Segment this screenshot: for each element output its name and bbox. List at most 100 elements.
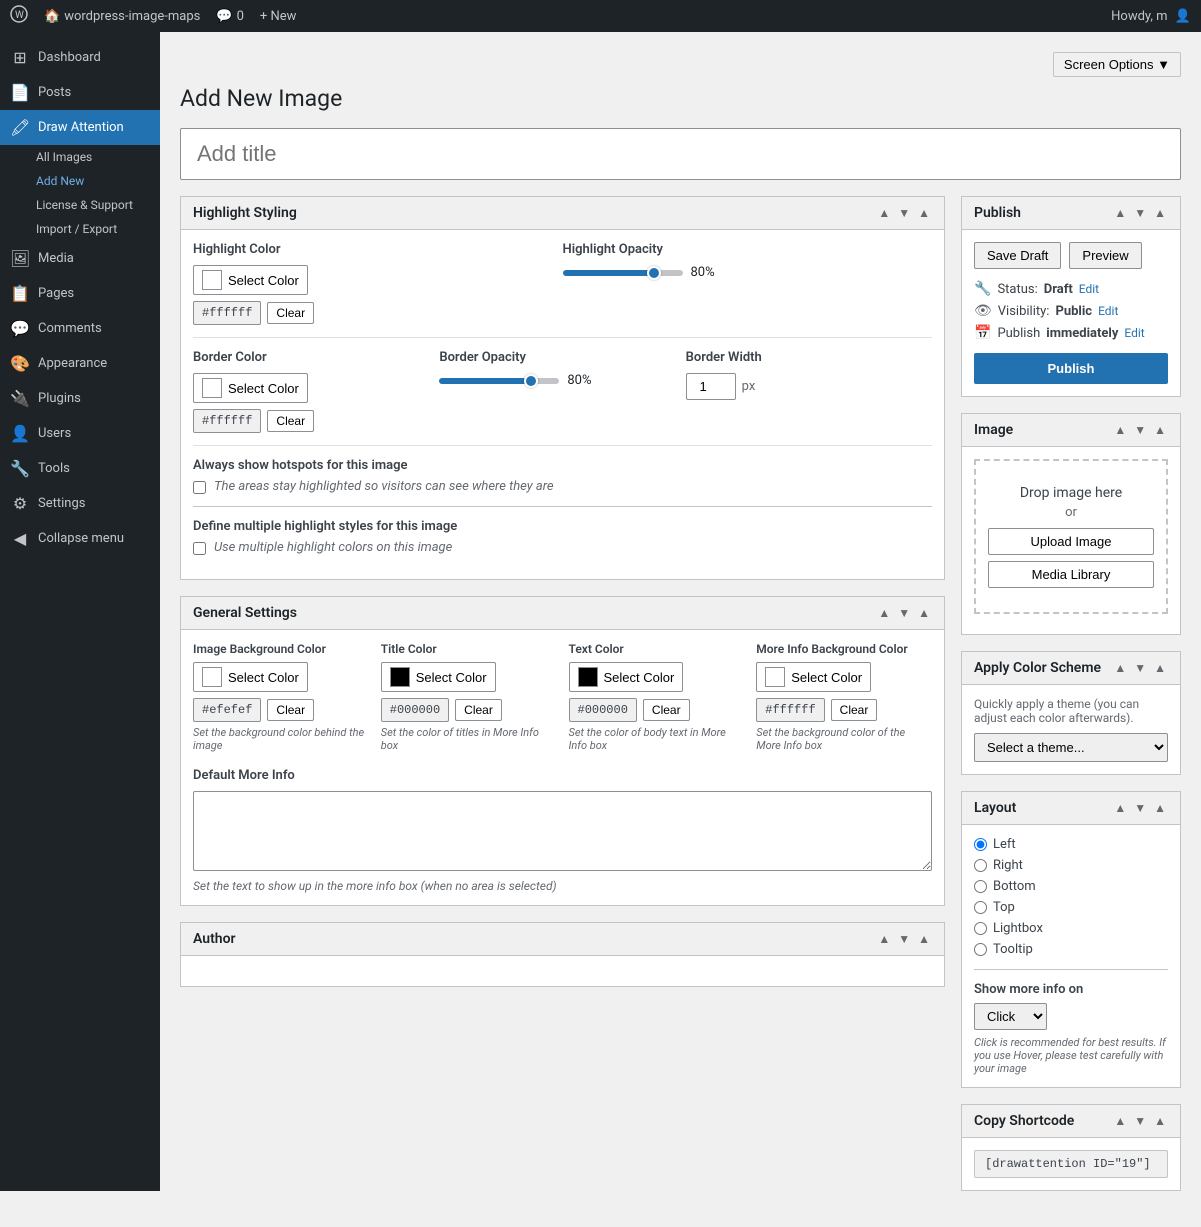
topbar-new[interactable]: + New: [260, 9, 297, 24]
text-color-clear-button[interactable]: Clear: [643, 699, 690, 721]
sidebar-item-settings[interactable]: ⚙ Settings: [0, 486, 160, 521]
visibility-edit-link[interactable]: Edit: [1098, 304, 1118, 318]
highlight-styling-title: Highlight Styling: [193, 205, 297, 221]
more-info-bg-select-button[interactable]: Select Color: [756, 662, 871, 692]
image-down-btn[interactable]: ▼: [1132, 423, 1148, 437]
sidebar-item-dashboard[interactable]: ⊞ Dashboard: [0, 40, 160, 75]
layout-left-radio[interactable]: [974, 838, 987, 851]
scheme-up-btn[interactable]: ▲: [1112, 661, 1128, 675]
author-down-btn[interactable]: ▼: [896, 932, 912, 946]
shortcode-toggle-btn[interactable]: ▲: [1152, 1114, 1168, 1128]
publish-date-edit-link[interactable]: Edit: [1124, 326, 1144, 340]
theme-select[interactable]: Select a theme...: [974, 733, 1168, 762]
gen-toggle-btn[interactable]: ▲: [916, 606, 932, 620]
always-show-label: Always show hotspots for this image: [193, 458, 932, 473]
media-library-button[interactable]: Media Library: [988, 561, 1154, 588]
sidebar-item-plugins[interactable]: 🔌 Plugins: [0, 381, 160, 416]
sidebar-item-license-support[interactable]: License & Support: [26, 193, 160, 217]
highlight-color-select-button[interactable]: Select Color: [193, 265, 308, 295]
title-input[interactable]: [180, 128, 1181, 180]
topbar-comments[interactable]: 💬 0: [216, 9, 244, 24]
publish-toggle-btn[interactable]: ▲: [1152, 206, 1168, 220]
screen-options-button[interactable]: Screen Options ▼: [1053, 52, 1181, 77]
title-color-clear-button[interactable]: Clear: [455, 699, 502, 721]
sidebar-item-media[interactable]: 🖼 Media: [0, 241, 160, 276]
layout-right-radio[interactable]: [974, 859, 987, 872]
title-color-select-button[interactable]: Select Color: [381, 662, 496, 692]
status-edit-link[interactable]: Edit: [1079, 282, 1099, 296]
layout-tooltip-radio[interactable]: [974, 943, 987, 956]
highlight-opacity-slider[interactable]: [563, 270, 683, 276]
image-bg-clear-button[interactable]: Clear: [267, 699, 314, 721]
general-settings-header[interactable]: General Settings ▲ ▼ ▲: [181, 597, 944, 630]
sidebar-item-label: Users: [38, 426, 71, 441]
sidebar-item-pages[interactable]: 📋 Pages: [0, 276, 160, 311]
layout-bottom-radio[interactable]: [974, 880, 987, 893]
preview-button[interactable]: Preview: [1069, 242, 1141, 269]
layout-top-option[interactable]: Top: [974, 900, 1168, 915]
border-clear-button[interactable]: Clear: [267, 410, 314, 432]
border-opacity-slider[interactable]: [439, 378, 559, 384]
publish-down-btn[interactable]: ▼: [1132, 206, 1148, 220]
scheme-down-btn[interactable]: ▼: [1132, 661, 1148, 675]
sidebar-item-posts[interactable]: 📄 Posts: [0, 75, 160, 110]
layout-lightbox-option[interactable]: Lightbox: [974, 921, 1168, 936]
status-value: Draft: [1044, 282, 1073, 297]
upload-image-button[interactable]: Upload Image: [988, 528, 1154, 555]
publish-button[interactable]: Publish: [974, 353, 1168, 384]
layout-up-btn[interactable]: ▲: [1112, 801, 1128, 815]
status-label: Status:: [997, 282, 1037, 297]
image-toggle-btn[interactable]: ▲: [1152, 423, 1168, 437]
layout-tooltip-option[interactable]: Tooltip: [974, 942, 1168, 957]
author-toggle-btn[interactable]: ▲: [916, 932, 932, 946]
general-settings-body: Image Background Color Select Color #efe…: [181, 630, 944, 905]
sidebar-item-collapse[interactable]: ◀ Collapse menu: [0, 521, 160, 556]
image-panel-title: Image: [974, 422, 1013, 438]
layout-top-radio[interactable]: [974, 901, 987, 914]
layout-lightbox-radio[interactable]: [974, 922, 987, 935]
shortcode-up-btn[interactable]: ▲: [1112, 1114, 1128, 1128]
publish-immediately: immediately: [1046, 326, 1118, 341]
multiple-styles-checkbox[interactable]: [193, 542, 206, 555]
sidebar-item-all-images[interactable]: All Images: [26, 145, 160, 169]
layout-left-option[interactable]: Left: [974, 837, 1168, 852]
scheme-toggle-btn[interactable]: ▲: [1152, 661, 1168, 675]
border-width-number-input[interactable]: [686, 373, 736, 400]
metabox-up-btn[interactable]: ▲: [876, 206, 892, 220]
layout-toggle-btn[interactable]: ▲: [1152, 801, 1168, 815]
highlight-clear-button[interactable]: Clear: [267, 302, 314, 324]
border-color-select-button[interactable]: Select Color: [193, 373, 308, 403]
metabox-toggle-btn[interactable]: ▲: [916, 206, 932, 220]
topbar-site[interactable]: 🏠 wordpress-image-maps: [44, 9, 200, 24]
save-draft-button[interactable]: Save Draft: [974, 242, 1061, 269]
image-up-btn[interactable]: ▲: [1112, 423, 1128, 437]
layout-right-option[interactable]: Right: [974, 858, 1168, 873]
layout-bottom-option[interactable]: Bottom: [974, 879, 1168, 894]
highlight-styling-header[interactable]: Highlight Styling ▲ ▼ ▲: [181, 197, 944, 230]
more-info-bg-swatch: [765, 667, 785, 687]
author-header[interactable]: Author ▲ ▼ ▲: [181, 923, 944, 956]
text-color-select-button[interactable]: Select Color: [569, 662, 684, 692]
metabox-down-btn[interactable]: ▼: [896, 206, 912, 220]
sidebar-item-import-export[interactable]: Import / Export: [26, 217, 160, 241]
sidebar-item-add-new[interactable]: Add New: [26, 169, 160, 193]
sidebar-item-draw-attention[interactable]: 🖍 Draw Attention: [0, 110, 160, 145]
more-info-bg-clear-button[interactable]: Clear: [831, 699, 878, 721]
image-bg-select-button[interactable]: Select Color: [193, 662, 308, 692]
default-more-info-textarea[interactable]: [193, 791, 932, 871]
wp-logo-icon[interactable]: W: [10, 5, 28, 28]
author-up-btn[interactable]: ▲: [876, 932, 892, 946]
publish-up-btn[interactable]: ▲: [1112, 206, 1128, 220]
gen-down-btn[interactable]: ▼: [896, 606, 912, 620]
gen-up-btn[interactable]: ▲: [876, 606, 892, 620]
shortcode-value[interactable]: [drawattention ID="19"]: [974, 1150, 1168, 1178]
sidebar-item-tools[interactable]: 🔧 Tools: [0, 451, 160, 486]
always-show-checkbox[interactable]: [193, 481, 206, 494]
layout-down-btn[interactable]: ▼: [1132, 801, 1148, 815]
sidebar-item-users[interactable]: 👤 Users: [0, 416, 160, 451]
sidebar-item-comments[interactable]: 💬 Comments: [0, 311, 160, 346]
sidebar-item-appearance[interactable]: 🎨 Appearance: [0, 346, 160, 381]
shortcode-down-btn[interactable]: ▼: [1132, 1114, 1148, 1128]
show-more-dropdown[interactable]: Click Hover: [974, 1003, 1047, 1030]
border-color-swatch: [202, 378, 222, 398]
